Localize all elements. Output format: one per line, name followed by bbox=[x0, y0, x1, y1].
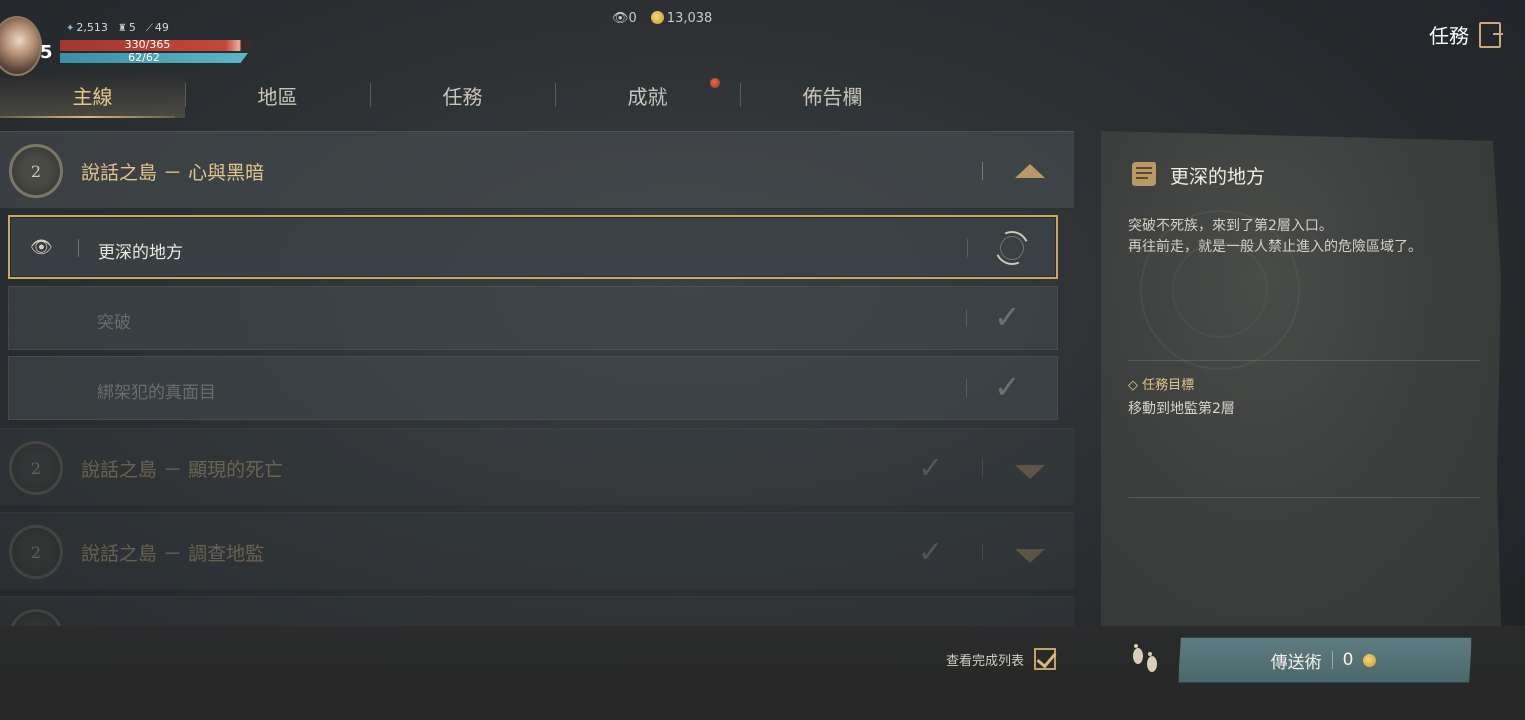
divider bbox=[967, 239, 968, 257]
quest-title: 更深的地方 bbox=[98, 243, 183, 263]
scroll-icon bbox=[1132, 162, 1156, 186]
footprints-icon[interactable] bbox=[1128, 642, 1164, 680]
divider bbox=[1331, 651, 1333, 669]
chapter-title: 說話之島 － 調查地監 bbox=[81, 543, 265, 565]
tab-region[interactable]: 地區 bbox=[185, 72, 370, 118]
quest-title: 突破 bbox=[97, 313, 131, 333]
helmet-icon: ♜ bbox=[117, 23, 127, 34]
coin-icon bbox=[1363, 653, 1377, 667]
mp-text: 62/62 bbox=[128, 51, 160, 64]
divider bbox=[78, 239, 79, 257]
chapter-badge bbox=[9, 609, 63, 626]
quest-row[interactable]: 突破 ✓ bbox=[8, 286, 1058, 350]
divider bbox=[1128, 497, 1480, 498]
tab-quest[interactable]: 任務 bbox=[370, 72, 555, 118]
chevron-down-icon[interactable] bbox=[1015, 549, 1045, 563]
chapter-title: 說話之島 － 顯現的死亡 bbox=[81, 459, 284, 481]
window-header: 任務 bbox=[1429, 20, 1503, 49]
quest-list[interactable]: 2 說話之島 － 心與黑暗 👁 更深的地方 突破 ✓ 綁架犯的真面目 ✓ 2 說… bbox=[0, 131, 1075, 626]
check-icon: ✓ bbox=[994, 298, 1021, 336]
check-icon: ✓ bbox=[918, 535, 944, 570]
chapter-badge: 2 bbox=[9, 144, 63, 198]
feather-icon: ⟋ bbox=[145, 23, 153, 34]
chapter-badge: 2 bbox=[9, 441, 63, 495]
stat-feather: ⟋ 49 bbox=[145, 21, 169, 34]
player-stats: ✦ 2,513 ♜ 5 ⟋ 49 bbox=[66, 21, 169, 34]
chapter-header-partial[interactable]: ✓ bbox=[0, 596, 1074, 626]
eye-icon: 👁 bbox=[612, 11, 629, 26]
player-level: 5 bbox=[40, 42, 53, 63]
check-icon: ✓ bbox=[994, 368, 1021, 406]
check-icon: ✓ bbox=[918, 619, 943, 626]
divider bbox=[966, 309, 967, 327]
stat-defense: ♜ 5 bbox=[117, 21, 136, 34]
hp-text: 330/365 bbox=[124, 38, 171, 51]
tab-main-quest[interactable]: 主線 bbox=[0, 72, 185, 118]
chapter-header[interactable]: 2 說話之島 － 心與黑暗 bbox=[0, 131, 1074, 209]
divider bbox=[982, 162, 983, 180]
view-completed-label: 查看完成列表 bbox=[946, 653, 1025, 669]
quest-row[interactable]: 👁 更深的地方 bbox=[8, 215, 1058, 279]
quest-title: 綁架犯的真面目 bbox=[97, 383, 216, 403]
check-icon: ✓ bbox=[918, 451, 944, 486]
wing-icon: ✦ bbox=[66, 23, 75, 34]
page-title: 任務 bbox=[1429, 24, 1469, 48]
chapter-title: 說話之島 － 心與黑暗 bbox=[81, 162, 265, 184]
coin-icon bbox=[650, 11, 664, 24]
gold-currency: 13,038 bbox=[650, 11, 712, 26]
teleport-button[interactable]: 傳送術 0 bbox=[1178, 637, 1472, 683]
divider bbox=[1128, 360, 1480, 361]
mp-bar: 62/62 bbox=[60, 53, 248, 63]
detail-title: 更深的地方 bbox=[1170, 166, 1266, 188]
chapter-header[interactable]: 2 說話之島 － 調查地監 ✓ bbox=[0, 512, 1074, 590]
teleport-cost: 0 bbox=[1342, 650, 1354, 670]
hp-bar: 330/365 bbox=[60, 40, 255, 51]
divider bbox=[982, 543, 983, 561]
objective-label: ◇ 任務目標 bbox=[1128, 378, 1195, 393]
tab-achievement[interactable]: 成就 bbox=[555, 72, 740, 118]
avatar[interactable] bbox=[0, 16, 42, 76]
divider bbox=[966, 379, 967, 397]
view-completed-checkbox[interactable] bbox=[1034, 648, 1057, 670]
notification-dot bbox=[710, 78, 720, 88]
divider bbox=[982, 459, 983, 477]
view-completed-toggle[interactable]: 查看完成列表 bbox=[946, 648, 1057, 670]
exit-icon[interactable] bbox=[1479, 21, 1503, 48]
progress-ring-icon bbox=[990, 226, 1034, 270]
currency-display: 👁0 13,038 bbox=[612, 11, 712, 26]
tab-bulletin[interactable]: 佈告欄 bbox=[740, 72, 925, 118]
objective-text: 移動到地監第2層 bbox=[1128, 401, 1235, 417]
player-hud: 5 ✦ 2,513 ♜ 5 ⟋ 49 330/365 62/62 bbox=[0, 0, 300, 80]
detail-description: 突破不死族，來到了第2層入口。 再往前走，就是一般人禁止進入的危險區域了。 bbox=[1128, 218, 1422, 255]
stat-power: ✦ 2,513 bbox=[66, 21, 108, 34]
chapter-header[interactable]: 2 說話之島 － 顯現的死亡 ✓ bbox=[0, 428, 1074, 506]
eye-currency: 👁0 bbox=[612, 11, 637, 26]
eye-icon[interactable]: 👁 bbox=[30, 237, 53, 258]
tab-bar: 主線 地區 任務 成就 佈告欄 bbox=[0, 72, 1075, 118]
chevron-down-icon[interactable] bbox=[1015, 465, 1045, 479]
chapter-badge: 2 bbox=[9, 525, 63, 579]
chevron-up-icon[interactable] bbox=[1015, 164, 1045, 178]
quest-row[interactable]: 綁架犯的真面目 ✓ bbox=[8, 356, 1058, 420]
teleport-label: 傳送術 bbox=[1270, 652, 1322, 673]
